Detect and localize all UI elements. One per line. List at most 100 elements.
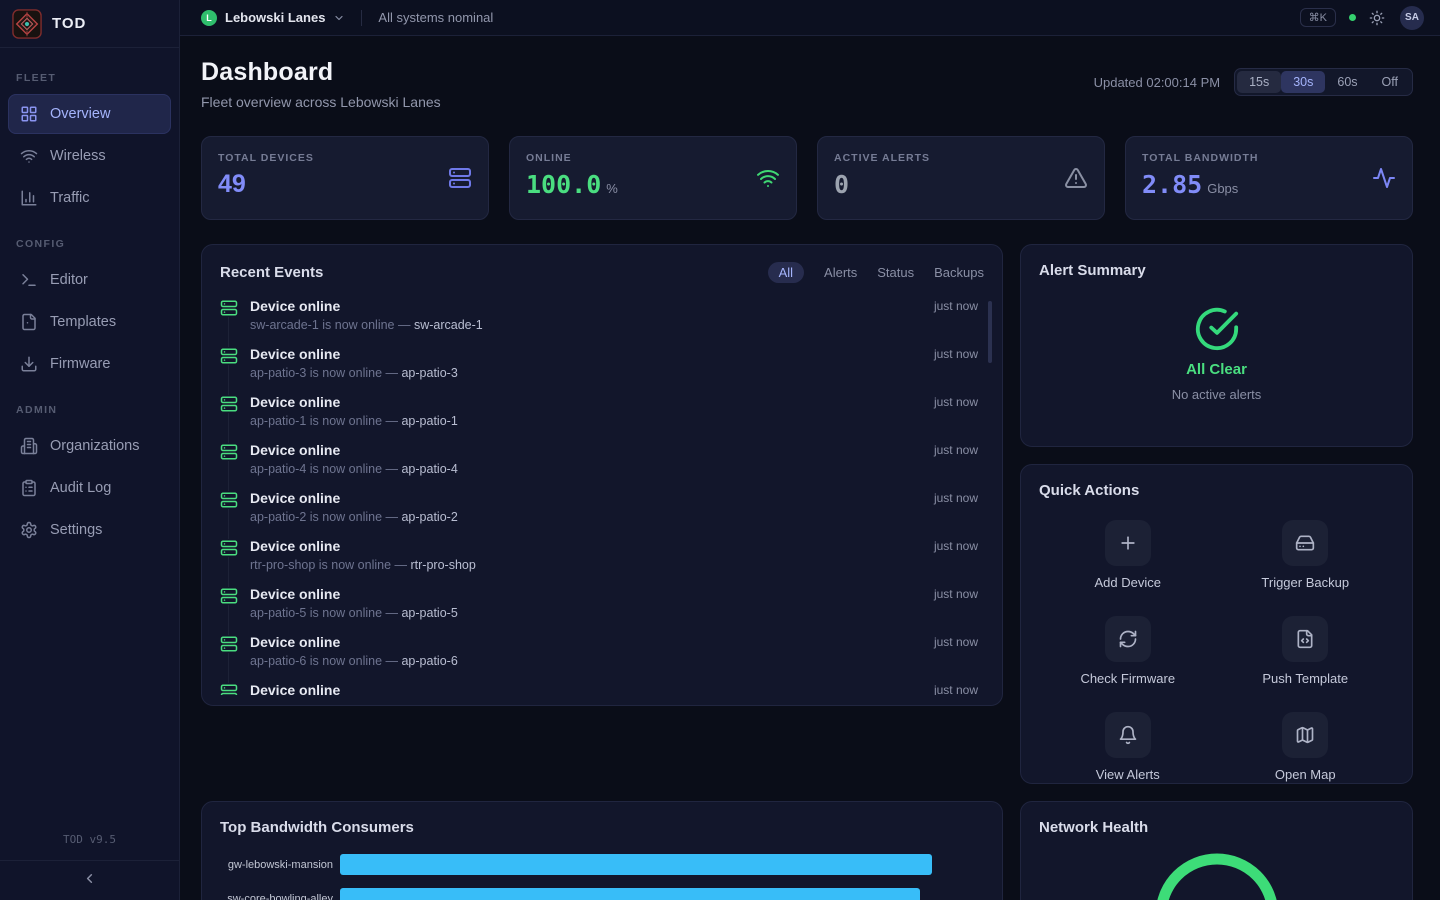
org-avatar: L xyxy=(201,10,217,26)
stat-card-total-bandwidth: TOTAL BANDWIDTH2.85Gbps xyxy=(1125,136,1413,220)
event-row[interactable]: Device online sw-arcade-1 is now online —… xyxy=(220,297,978,345)
file-code-icon xyxy=(1282,616,1328,662)
server-icon xyxy=(220,635,238,653)
event-row[interactable]: Device online ap-patio-3 is now online — … xyxy=(220,345,978,393)
action-push-template-button[interactable]: Push Template xyxy=(1262,616,1348,686)
events-scroll-area[interactable]: Device online sw-arcade-1 is now online —… xyxy=(202,295,996,695)
main-content: Dashboard Fleet overview across Lebowski… xyxy=(180,36,1440,900)
event-device-name: ap-patio-6 xyxy=(401,654,457,668)
command-palette-button[interactable]: ⌘K xyxy=(1300,8,1336,27)
action-add-device-button[interactable]: Add Device xyxy=(1095,520,1161,590)
event-device-name: ap-patio-3 xyxy=(401,366,457,380)
event-device-name: ap-patio-4 xyxy=(401,462,457,476)
events-tab-alerts[interactable]: Alerts xyxy=(824,262,857,283)
event-description: ap-patio-3 is now online — ap-patio-3 xyxy=(250,366,934,380)
events-tab-status[interactable]: Status xyxy=(877,262,914,283)
interval-60s-button[interactable]: 60s xyxy=(1325,71,1369,93)
sidebar-item-settings[interactable]: Settings xyxy=(8,510,171,550)
activity-icon xyxy=(1372,166,1396,190)
server-icon xyxy=(220,443,238,461)
action-check-firmware-button[interactable]: Check Firmware xyxy=(1080,616,1175,686)
stat-label: TOTAL BANDWIDTH xyxy=(1142,152,1396,164)
stat-value: 0 xyxy=(834,172,849,197)
event-device-name: ap-patio-1 xyxy=(401,414,457,428)
stat-card-active-alerts: ACTIVE ALERTS 0 xyxy=(817,136,1105,220)
event-row[interactable]: Device onlineap-patio-4 is now online — … xyxy=(220,441,978,489)
event-title: Device online xyxy=(250,633,934,651)
event-row[interactable]: Device onlineap-patio-1 is now online — … xyxy=(220,393,978,441)
event-row[interactable]: Device onlinertr-pro-shop is now online … xyxy=(220,537,978,585)
stat-value: 100.0 xyxy=(526,172,601,197)
nav-section-admin: ADMINOrganizationsAudit LogSettings xyxy=(0,386,179,550)
action-label: Trigger Backup xyxy=(1261,575,1349,590)
event-row[interactable]: Device onlineap-patio-5 is now online — … xyxy=(220,585,978,633)
refresh-icon xyxy=(1105,616,1151,662)
chevron-down-icon xyxy=(333,12,345,24)
event-timestamp: just now xyxy=(934,491,978,505)
stat-value: 49 xyxy=(218,172,246,197)
wifi-icon xyxy=(20,147,38,165)
health-score: 100 xyxy=(1151,849,1283,900)
event-timestamp: just now xyxy=(934,443,978,457)
event-title: Device online xyxy=(250,345,934,363)
event-row[interactable]: Device onlinejust now xyxy=(220,681,978,695)
page-subtitle: Fleet overview across Lebowski Lanes xyxy=(201,94,441,110)
stat-label: TOTAL DEVICES xyxy=(218,152,472,164)
action-open-map-button[interactable]: Open Map xyxy=(1275,712,1336,782)
sidebar-item-wireless[interactable]: Wireless xyxy=(8,136,171,176)
connection-status-dot xyxy=(1349,14,1356,21)
events-scrollbar[interactable] xyxy=(988,301,992,363)
event-row[interactable]: Device onlineap-patio-2 is now online — … xyxy=(220,489,978,537)
event-description: sw-arcade-1 is now online — sw-arcade-1 xyxy=(250,318,934,332)
sidebar-collapse-button[interactable] xyxy=(76,865,104,893)
brand-name: TOD xyxy=(52,15,86,32)
server-icon xyxy=(220,395,238,413)
interval-30s-button[interactable]: 30s xyxy=(1281,71,1325,93)
bar-chart-icon xyxy=(20,189,38,207)
sidebar-item-organizations[interactable]: Organizations xyxy=(8,426,171,466)
alert-status-text: All Clear xyxy=(1186,361,1247,378)
sidebar-footer: TOD v9.5 xyxy=(0,823,179,900)
topbar-divider xyxy=(361,10,362,26)
event-row[interactable]: Device onlineap-patio-6 is now online — … xyxy=(220,633,978,681)
stat-card-online: ONLINE100.0% xyxy=(509,136,797,220)
events-tab-backups[interactable]: Backups xyxy=(934,262,984,283)
theme-toggle-button[interactable] xyxy=(1369,9,1387,27)
event-title: Device online xyxy=(250,681,934,695)
action-label: Open Map xyxy=(1275,767,1336,782)
sidebar-item-label: Wireless xyxy=(50,148,106,164)
nav-section-fleet: FLEETOverviewWirelessTraffic xyxy=(0,54,179,218)
event-description: ap-patio-1 is now online — ap-patio-1 xyxy=(250,414,934,428)
sidebar-item-overview[interactable]: Overview xyxy=(8,94,171,134)
user-avatar[interactable]: SA xyxy=(1400,6,1424,30)
sidebar-item-label: Settings xyxy=(50,522,102,538)
sidebar-item-label: Traffic xyxy=(50,190,89,206)
sidebar-item-audit-log[interactable]: Audit Log xyxy=(8,468,171,508)
sidebar-item-editor[interactable]: Editor xyxy=(8,260,171,300)
action-view-alerts-button[interactable]: View Alerts xyxy=(1096,712,1160,782)
sidebar-nav: FLEETOverviewWirelessTrafficCONFIGEditor… xyxy=(0,48,179,823)
interval-15s-button[interactable]: 15s xyxy=(1237,71,1281,93)
action-trigger-backup-button[interactable]: Trigger Backup xyxy=(1261,520,1349,590)
recent-events-panel: Recent Events AllAlertsStatusBackups Dev… xyxy=(201,244,1003,706)
event-device-name: sw-arcade-1 xyxy=(414,318,483,332)
bandwidth-title: Top Bandwidth Consumers xyxy=(220,819,414,836)
map-icon xyxy=(1282,712,1328,758)
org-selector[interactable]: L Lebowski Lanes xyxy=(201,10,345,26)
event-description: ap-patio-5 is now online — ap-patio-5 xyxy=(250,606,934,620)
events-tab-all[interactable]: All xyxy=(768,262,804,283)
event-description: ap-patio-2 is now online — ap-patio-2 xyxy=(250,510,934,524)
sidebar-item-label: Audit Log xyxy=(50,480,111,496)
stats-row: TOTAL DEVICES49ONLINE100.0%ACTIVE ALERTS… xyxy=(201,136,1413,220)
event-title: Device online xyxy=(250,297,934,315)
sidebar-item-traffic[interactable]: Traffic xyxy=(8,178,171,218)
nav-section-label: CONFIG xyxy=(0,220,179,258)
sidebar-item-firmware[interactable]: Firmware xyxy=(8,344,171,384)
event-timestamp: just now xyxy=(934,347,978,361)
sidebar-item-templates[interactable]: Templates xyxy=(8,302,171,342)
updated-timestamp: Updated 02:00:14 PM xyxy=(1094,75,1220,90)
bandwidth-panel: Top Bandwidth Consumers gw-lebowski-mans… xyxy=(201,801,1003,900)
hard-drive-icon xyxy=(1282,520,1328,566)
stat-label: ACTIVE ALERTS xyxy=(834,152,1088,164)
interval-off-button[interactable]: Off xyxy=(1370,71,1410,93)
